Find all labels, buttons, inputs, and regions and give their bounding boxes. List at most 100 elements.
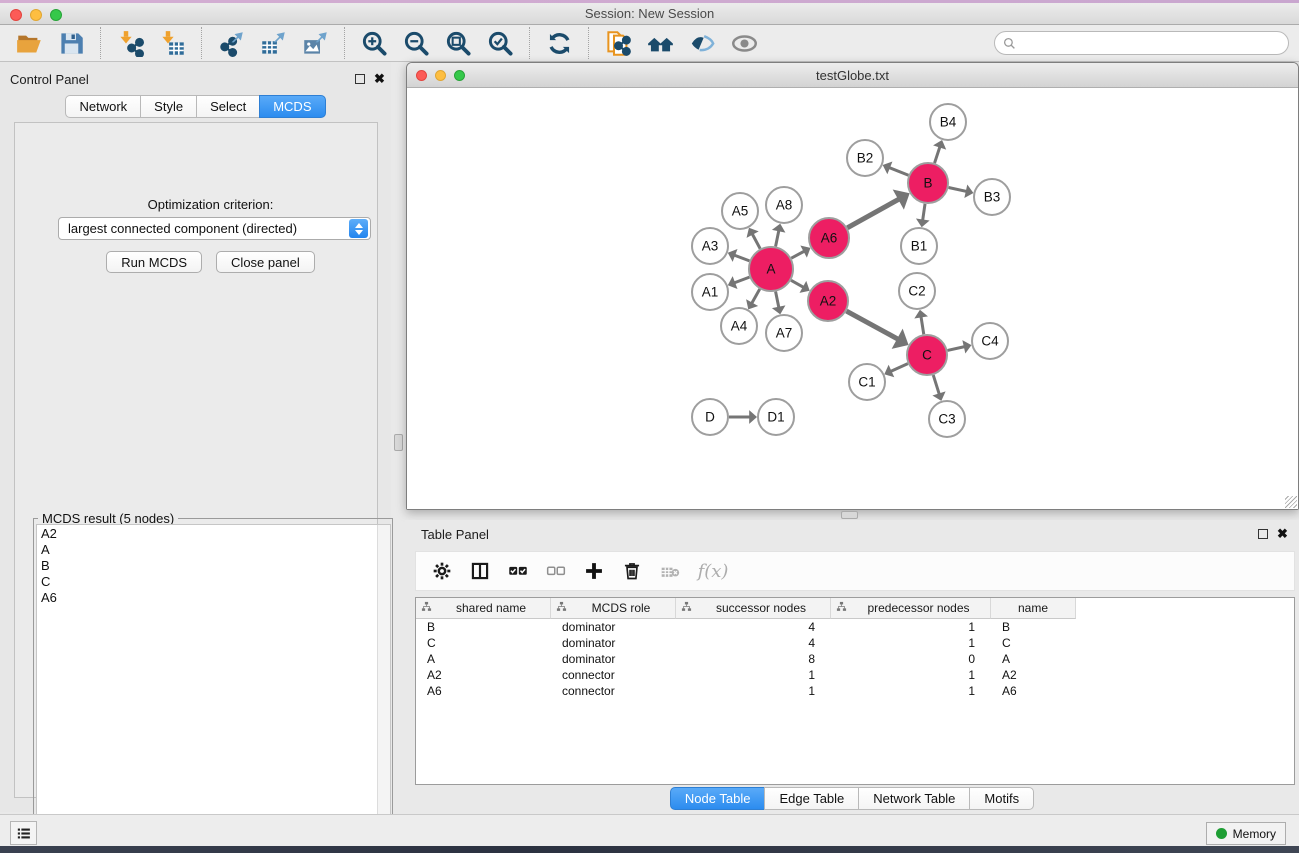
export-network-icon[interactable] [213, 27, 249, 59]
table-cell[interactable]: dominator [551, 636, 676, 650]
graph-edge-C-C4[interactable] [947, 346, 965, 350]
table-cell[interactable]: 0 [831, 652, 991, 666]
table-cell[interactable]: 1 [831, 684, 991, 698]
zoom-in-icon[interactable] [356, 27, 392, 59]
table-cell[interactable]: connector [551, 668, 676, 682]
minimize-window-button[interactable] [30, 9, 42, 21]
table-cell[interactable]: A6 [991, 684, 1076, 698]
table-cell[interactable]: 4 [676, 636, 831, 650]
result-list-item[interactable]: C [37, 573, 390, 589]
network-canvas[interactable]: B4B2BB3A5A8A6B1A3AC2A1A2A4A7C4CC1C3DD1 [407, 88, 1298, 509]
table-cell[interactable]: A2 [991, 668, 1076, 682]
table-cell[interactable]: A [416, 652, 551, 666]
task-history-button[interactable] [10, 821, 37, 845]
network-window-titlebar[interactable]: testGlobe.txt [407, 63, 1298, 88]
tab-style[interactable]: Style [140, 95, 197, 118]
result-list-item[interactable]: B [37, 557, 390, 573]
search-box[interactable] [994, 31, 1289, 55]
zoom-selected-icon[interactable] [482, 27, 518, 59]
table-settings-icon[interactable] [430, 559, 454, 583]
column-header-MCDS-role[interactable]: MCDS role [551, 598, 676, 619]
graph-edge-A-A5[interactable] [752, 233, 760, 249]
graph-edge-B-B3[interactable] [949, 187, 968, 191]
save-session-icon[interactable] [53, 27, 89, 59]
table-cell[interactable]: 1 [676, 684, 831, 698]
deselect-all-icon[interactable] [544, 559, 568, 583]
result-list-scrollbar[interactable] [377, 525, 390, 852]
window-resize-grip[interactable] [1285, 496, 1297, 508]
table-cell[interactable]: dominator [551, 652, 676, 666]
close-window-button[interactable] [10, 9, 22, 21]
vertical-splitter-grip[interactable] [394, 434, 403, 451]
graph-edge-C-C1[interactable] [890, 364, 908, 372]
graph-edge-A-A6[interactable] [791, 251, 805, 259]
network-close-button[interactable] [416, 70, 427, 81]
tab-select[interactable]: Select [196, 95, 260, 118]
table-cell[interactable]: A6 [416, 684, 551, 698]
result-list-item[interactable]: A2 [37, 525, 390, 541]
graph-edge-B-B4[interactable] [935, 146, 941, 163]
table-cell[interactable]: 1 [831, 620, 991, 634]
table-cell[interactable]: B [991, 620, 1076, 634]
table-row[interactable]: Cdominator41C [416, 635, 1294, 651]
clone-network-icon[interactable] [600, 27, 636, 59]
tab-network[interactable]: Network [65, 95, 141, 118]
table-cell[interactable]: A [991, 652, 1076, 666]
add-column-icon[interactable] [582, 559, 606, 583]
hide-selected-icon[interactable] [684, 27, 720, 59]
graph-edge-A-A8[interactable] [776, 229, 779, 246]
zoom-out-icon[interactable] [398, 27, 434, 59]
graph-edge-C-C2[interactable] [921, 316, 924, 335]
table-cell[interactable]: B [416, 620, 551, 634]
show-all-networks-icon[interactable] [642, 27, 678, 59]
float-table-panel-icon[interactable] [1258, 529, 1268, 539]
select-all-icon[interactable] [506, 559, 530, 583]
graph-edge-A-A7[interactable] [776, 292, 779, 309]
tab-network-table[interactable]: Network Table [858, 787, 970, 810]
close-panel-icon[interactable]: ✖ [374, 74, 385, 84]
graph-edge-B-B1[interactable] [923, 204, 926, 222]
mcds-result-list[interactable]: A2ABCA6 [36, 524, 391, 853]
float-panel-icon[interactable] [355, 74, 365, 84]
network-maximize-button[interactable] [454, 70, 465, 81]
graph-edge-A6-B[interactable] [847, 199, 900, 228]
refresh-icon[interactable] [541, 27, 577, 59]
table-row[interactable]: Adominator80A [416, 651, 1294, 667]
network-minimize-button[interactable] [435, 70, 446, 81]
table-cell[interactable]: 1 [831, 636, 991, 650]
table-cell[interactable]: 8 [676, 652, 831, 666]
table-row[interactable]: A2connector11A2 [416, 667, 1294, 683]
graph-edge-A-A1[interactable] [733, 277, 749, 283]
graph-edge-A-A4[interactable] [751, 289, 760, 304]
column-visibility-icon[interactable] [468, 559, 492, 583]
table-row[interactable]: Bdominator41B [416, 619, 1294, 635]
graph-edge-A-A2[interactable] [791, 280, 805, 288]
horizontal-splitter-grip[interactable] [841, 511, 858, 519]
column-header-shared-name[interactable]: shared name [416, 598, 551, 619]
run-mcds-button[interactable]: Run MCDS [106, 251, 202, 273]
table-cell[interactable]: 4 [676, 620, 831, 634]
table-row[interactable]: A6connector11A6 [416, 683, 1294, 699]
import-network-icon[interactable] [112, 27, 148, 59]
table-cell[interactable]: dominator [551, 620, 676, 634]
graph-edge-B-B2[interactable] [888, 167, 908, 175]
zoom-fit-icon[interactable] [440, 27, 476, 59]
table-cell[interactable]: C [416, 636, 551, 650]
table-cell[interactable]: 1 [676, 668, 831, 682]
criterion-dropdown[interactable]: largest connected component (directed) [58, 217, 371, 240]
tab-mcds[interactable]: MCDS [259, 95, 325, 118]
tab-node-table[interactable]: Node Table [670, 787, 766, 810]
search-input[interactable] [1021, 36, 1280, 50]
maximize-window-button[interactable] [50, 9, 62, 21]
import-table-icon[interactable] [154, 27, 190, 59]
close-table-panel-icon[interactable]: ✖ [1277, 529, 1288, 539]
tab-motifs[interactable]: Motifs [969, 787, 1034, 810]
result-list-item[interactable]: A6 [37, 589, 390, 605]
column-header-successor-nodes[interactable]: successor nodes [676, 598, 831, 619]
close-panel-button[interactable]: Close panel [216, 251, 315, 273]
column-header-name[interactable]: name [991, 598, 1076, 619]
graph-edge-A-A3[interactable] [733, 255, 749, 261]
show-selected-icon[interactable] [726, 27, 762, 59]
open-file-icon[interactable] [11, 27, 47, 59]
result-list-item[interactable]: A [37, 541, 390, 557]
